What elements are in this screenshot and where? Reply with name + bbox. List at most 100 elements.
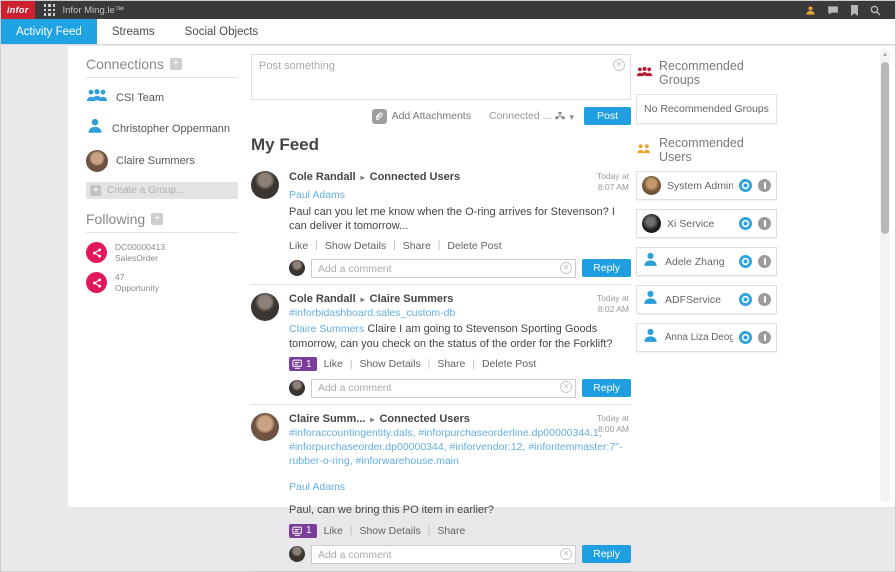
feed-column: Add Attachments Connected ... Post My Fe… <box>251 54 631 572</box>
show-details-link[interactable]: Show Details <box>359 525 420 537</box>
arrow-right-icon <box>361 171 365 183</box>
add-following-icon[interactable] <box>151 213 163 225</box>
mention-link[interactable]: Claire Summers <box>289 323 364 335</box>
following-item-salesorder[interactable]: DC00000413 SalesOrder <box>86 242 238 263</box>
connection-item-claire[interactable]: Claire Summers <box>86 150 238 172</box>
share-count-badge[interactable]: 1 <box>289 524 317 538</box>
share-count-badge[interactable]: 1 <box>289 357 317 371</box>
like-link[interactable]: Like <box>324 525 343 537</box>
post-tags[interactable]: #inforaccountingentity.dals, #inforpurch… <box>289 426 631 469</box>
post-author-line: Claire Summ... Connected Users <box>289 413 631 425</box>
info-icon[interactable] <box>758 217 771 230</box>
app-grid-icon[interactable] <box>44 4 56 16</box>
post-body: Paul can you let me know when the O-ring… <box>289 205 631 234</box>
post-timestamp: Today at8:07 AM <box>597 171 629 193</box>
connection-item-christopher[interactable]: Christopher Oppermann <box>86 117 238 140</box>
share-link[interactable]: Share <box>403 240 431 252</box>
post-tags[interactable]: #inforbidashboard.sales_custom-db <box>289 306 631 320</box>
like-link[interactable]: Like <box>324 358 343 370</box>
person-icon <box>642 327 659 349</box>
close-icon[interactable] <box>560 262 572 274</box>
comment-input[interactable] <box>311 259 576 278</box>
delete-post-link[interactable]: Delete Post <box>482 358 536 370</box>
post-input[interactable] <box>252 55 630 99</box>
following-item-opportunity[interactable]: 47 Opportunity <box>86 272 238 293</box>
author-name[interactable]: Cole Randall <box>289 293 356 305</box>
info-icon[interactable] <box>758 331 771 344</box>
search-icon[interactable] <box>870 5 881 16</box>
delete-post-link[interactable]: Delete Post <box>447 240 501 252</box>
scroll-up-icon[interactable] <box>880 50 890 60</box>
follow-icon[interactable] <box>739 217 752 230</box>
tab-social-objects[interactable]: Social Objects <box>170 19 274 44</box>
post-button[interactable]: Post <box>584 107 631 125</box>
close-icon[interactable] <box>560 548 572 560</box>
comment-input[interactable] <box>311 379 576 398</box>
add-connection-icon[interactable] <box>170 58 182 70</box>
info-icon[interactable] <box>758 179 771 192</box>
bookmark-icon[interactable] <box>850 5 859 16</box>
create-group-button[interactable]: Create a Group... <box>86 182 238 199</box>
avatar[interactable] <box>251 171 279 199</box>
following-title: Following <box>86 211 145 227</box>
reply-button[interactable]: Reply <box>582 259 631 277</box>
connection-name: Christopher Oppermann <box>112 123 230 135</box>
show-details-link[interactable]: Show Details <box>359 358 420 370</box>
post-timestamp: Today at8:00 AM <box>597 413 629 435</box>
info-icon[interactable] <box>758 293 771 306</box>
reply-button[interactable]: Reply <box>582 379 631 397</box>
avatar <box>642 176 661 195</box>
follow-icon[interactable] <box>739 331 752 344</box>
scrollbar-thumb[interactable] <box>881 62 889 234</box>
feed-title: My Feed <box>251 135 631 155</box>
following-header: Following <box>86 211 238 233</box>
connection-name: Claire Summers <box>116 155 195 167</box>
audience-name[interactable]: Claire Summers <box>370 293 454 305</box>
author-name[interactable]: Cole Randall <box>289 171 356 183</box>
post-actions: Like Show Details Share Delete Post <box>289 240 631 252</box>
info-icon[interactable] <box>758 255 771 268</box>
add-attachments-button[interactable]: Add Attachments <box>372 109 471 124</box>
chat-icon[interactable] <box>827 5 839 16</box>
audience-dropdown[interactable]: Connected ... <box>489 107 574 125</box>
app-title: Infor Ming.le™ <box>63 5 125 16</box>
follow-icon[interactable] <box>739 179 752 192</box>
infor-logo[interactable]: infor <box>1 1 35 19</box>
recommended-user-card[interactable]: Adele Zhang <box>636 247 777 276</box>
follow-icon[interactable] <box>739 255 752 268</box>
like-link[interactable]: Like <box>289 240 308 252</box>
avatar <box>86 150 108 172</box>
create-group-label: Create a Group... <box>107 185 184 196</box>
tab-activity-feed[interactable]: Activity Feed <box>1 19 97 44</box>
recommended-user-card[interactable]: Xi Service <box>636 209 777 238</box>
main-panel: Connections CSI Team Christopher Opperma… <box>68 46 895 507</box>
mention-link[interactable]: Paul Adams <box>289 189 345 201</box>
recommended-user-card[interactable]: Anna Liza Deogracias <box>636 323 777 352</box>
scrollbar[interactable] <box>880 49 890 503</box>
user-icon[interactable] <box>805 5 816 16</box>
close-icon[interactable] <box>613 59 625 71</box>
share-link[interactable]: Share <box>437 525 465 537</box>
following-label: 47 Opportunity <box>115 272 159 293</box>
audience-name[interactable]: Connected Users <box>379 413 469 425</box>
post-actions: 1 Like Show Details Share Delete Post <box>289 357 631 371</box>
group-icon <box>86 88 108 107</box>
connections-header: Connections <box>86 56 238 78</box>
audience-name[interactable]: Connected Users <box>370 171 460 183</box>
post-composer <box>251 54 631 100</box>
follow-icon[interactable] <box>739 293 752 306</box>
mention-link[interactable]: Paul Adams <box>289 481 345 493</box>
connections-title: Connections <box>86 56 164 72</box>
recommended-user-card[interactable]: System Admin 0 <box>636 171 777 200</box>
recommended-user-card[interactable]: ADFService <box>636 285 777 314</box>
author-name[interactable]: Claire Summ... <box>289 413 365 425</box>
comment-input[interactable] <box>311 545 576 564</box>
avatar[interactable] <box>251 293 279 321</box>
avatar[interactable] <box>251 413 279 441</box>
reply-button[interactable]: Reply <box>582 545 631 563</box>
share-link[interactable]: Share <box>437 358 465 370</box>
connection-item-csi-team[interactable]: CSI Team <box>86 88 238 107</box>
recommended-groups-header: Recommended Groups <box>636 59 777 87</box>
show-details-link[interactable]: Show Details <box>325 240 386 252</box>
tab-streams[interactable]: Streams <box>97 19 170 44</box>
